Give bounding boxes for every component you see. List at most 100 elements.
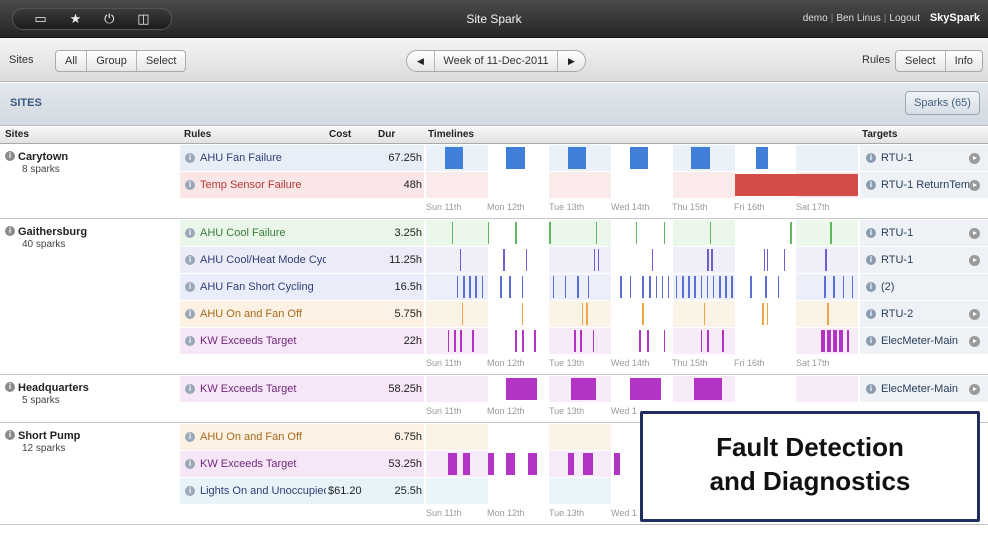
spark-event-mark[interactable] bbox=[642, 303, 644, 325]
site-info-icon[interactable]: i bbox=[5, 151, 15, 161]
spark-event-mark[interactable] bbox=[459, 249, 462, 271]
spark-event-mark[interactable] bbox=[638, 330, 641, 352]
rule-name[interactable]: KW Exceeds Target bbox=[200, 335, 326, 347]
spark-event-mark[interactable] bbox=[839, 330, 844, 352]
spark-event-mark[interactable] bbox=[587, 276, 590, 298]
rule-name[interactable]: Lights On and Unoccupied bbox=[200, 485, 326, 497]
target-info-icon[interactable]: i bbox=[866, 309, 876, 319]
spark-event-mark[interactable] bbox=[731, 276, 733, 298]
site-name[interactable]: Carytown bbox=[18, 151, 68, 163]
spark-event-mark[interactable] bbox=[712, 276, 715, 298]
rule-info-icon[interactable]: i bbox=[185, 486, 195, 496]
spark-event-mark[interactable] bbox=[783, 249, 786, 271]
spark-event-mark[interactable] bbox=[830, 222, 832, 244]
target-name[interactable]: RTU-1 ReturnTemp bbox=[881, 179, 969, 191]
spark-event-mark[interactable] bbox=[469, 276, 471, 298]
site-name[interactable]: Gaithersburg bbox=[18, 226, 87, 238]
spark-event-mark[interactable] bbox=[824, 276, 826, 298]
col-targets[interactable]: Targets bbox=[862, 129, 897, 140]
spark-event-mark[interactable] bbox=[642, 276, 644, 298]
rule-row[interactable]: i KW Exceeds Target 22h i ElecMeter-Main bbox=[180, 328, 988, 355]
spark-event-mark[interactable] bbox=[635, 222, 638, 244]
rule-timeline[interactable] bbox=[426, 247, 858, 273]
target-name[interactable]: RTU-1 bbox=[881, 227, 969, 239]
rule-timeline[interactable] bbox=[426, 301, 858, 327]
rule-row[interactable]: i AHU Fan Failure 67.25h i RTU-1 bbox=[180, 145, 988, 172]
spark-event-mark[interactable] bbox=[820, 330, 825, 352]
rule-info-icon[interactable]: i bbox=[185, 309, 195, 319]
col-sites[interactable]: Sites bbox=[5, 129, 29, 140]
target-info-icon[interactable]: i bbox=[866, 228, 876, 238]
rules-select-button[interactable]: Select bbox=[896, 51, 946, 71]
spark-event-mark[interactable] bbox=[777, 276, 780, 298]
spark-event-mark[interactable] bbox=[583, 453, 593, 475]
spark-event-mark[interactable] bbox=[592, 330, 595, 352]
spark-event-mark[interactable] bbox=[447, 453, 457, 475]
site-info-icon[interactable]: i bbox=[5, 382, 15, 392]
rule-timeline[interactable] bbox=[426, 220, 858, 246]
spark-event-mark[interactable] bbox=[593, 249, 596, 271]
spark-event-mark[interactable] bbox=[706, 276, 709, 298]
rule-name[interactable]: AHU Cool Failure bbox=[200, 227, 326, 239]
target-name[interactable]: ElecMeter-Main bbox=[881, 383, 969, 395]
rule-name[interactable]: AHU Fan Short Cycling bbox=[200, 281, 326, 293]
rule-timeline[interactable] bbox=[426, 145, 858, 171]
spark-event-mark[interactable] bbox=[663, 330, 666, 352]
rule-timeline[interactable] bbox=[426, 172, 858, 198]
rule-info-icon[interactable]: i bbox=[185, 255, 195, 265]
spark-event-mark[interactable] bbox=[711, 249, 713, 271]
spark-event-mark[interactable] bbox=[503, 249, 505, 271]
rule-row[interactable]: i AHU On and Fan Off 5.75h i RTU-2 bbox=[180, 301, 988, 328]
spark-event-mark[interactable] bbox=[586, 303, 588, 325]
rule-info-icon[interactable]: i bbox=[185, 384, 195, 394]
spark-event-mark[interactable] bbox=[620, 276, 622, 298]
spark-event-mark[interactable] bbox=[703, 303, 706, 325]
spark-event-mark[interactable] bbox=[525, 249, 528, 271]
spark-event-mark[interactable] bbox=[827, 303, 829, 325]
logout-link[interactable]: Logout bbox=[889, 13, 920, 24]
rule-info-icon[interactable]: i bbox=[185, 336, 195, 346]
spark-event-mark[interactable] bbox=[447, 330, 450, 352]
spark-event-mark[interactable] bbox=[688, 276, 690, 298]
spark-event-mark[interactable] bbox=[521, 276, 524, 298]
rule-row[interactable]: i Temp Sensor Failure 48h i RTU-1 ReturnTemp bbox=[180, 172, 988, 199]
spark-event-mark[interactable] bbox=[564, 276, 567, 298]
rule-timeline[interactable] bbox=[426, 328, 858, 354]
spark-event-mark[interactable] bbox=[459, 330, 462, 352]
col-rules[interactable]: Rules bbox=[184, 129, 211, 140]
spark-event-mark[interactable] bbox=[846, 330, 850, 352]
spark-event-mark[interactable] bbox=[475, 276, 477, 298]
spark-event-mark[interactable] bbox=[833, 276, 835, 298]
rule-target[interactable]: i (2) bbox=[860, 274, 988, 300]
spark-event-mark[interactable] bbox=[506, 378, 538, 400]
spark-event-mark[interactable] bbox=[825, 249, 827, 271]
spark-event-mark[interactable] bbox=[763, 249, 766, 271]
rules-info-button[interactable]: Info bbox=[946, 51, 982, 71]
target-info-icon[interactable]: i bbox=[866, 153, 876, 163]
spark-event-mark[interactable] bbox=[549, 222, 551, 244]
spark-event-mark[interactable] bbox=[614, 453, 621, 475]
spark-event-mark[interactable] bbox=[766, 249, 769, 271]
target-info-icon[interactable]: i bbox=[866, 255, 876, 265]
target-name[interactable]: (2) bbox=[881, 281, 969, 293]
sparks-button[interactable]: Sparks (65) bbox=[905, 91, 980, 115]
target-go-icon[interactable] bbox=[969, 255, 980, 266]
user-link-name[interactable]: Ben Linus bbox=[836, 13, 880, 24]
spark-event-mark[interactable] bbox=[461, 303, 464, 325]
spark-event-mark[interactable] bbox=[694, 378, 723, 400]
col-cost[interactable]: Cost bbox=[329, 129, 351, 140]
spark-event-mark[interactable] bbox=[629, 276, 632, 298]
target-go-icon[interactable] bbox=[969, 336, 980, 347]
target-name[interactable]: RTU-1 bbox=[881, 254, 969, 266]
week-label[interactable]: Week of 11-Dec-2011 bbox=[435, 51, 557, 71]
spark-event-mark[interactable] bbox=[663, 222, 666, 244]
rule-row[interactable]: i KW Exceeds Target 58.25h i ElecMeter-Main bbox=[180, 376, 988, 403]
spark-event-mark[interactable] bbox=[521, 303, 524, 325]
spark-event-mark[interactable] bbox=[481, 276, 484, 298]
rule-row[interactable]: i AHU Fan Short Cycling 16.5h i (2) bbox=[180, 274, 988, 301]
spark-event-mark[interactable] bbox=[487, 453, 494, 475]
spark-event-mark[interactable] bbox=[765, 276, 767, 298]
spark-event-mark[interactable] bbox=[694, 276, 696, 298]
rule-name[interactable]: AHU Cool/Heat Mode Cycling bbox=[200, 254, 326, 266]
spark-event-mark[interactable] bbox=[521, 330, 524, 352]
